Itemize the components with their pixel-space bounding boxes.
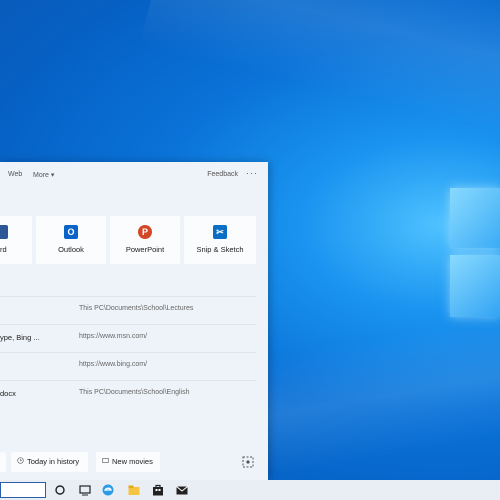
taskbar-search-input[interactable] bbox=[0, 482, 46, 498]
windows-logo-pane bbox=[450, 188, 500, 248]
snip-sketch-icon: ✂ bbox=[213, 225, 227, 239]
outlook-icon: O bbox=[64, 225, 78, 239]
mail-icon[interactable] bbox=[175, 483, 189, 497]
tab-web[interactable]: Web bbox=[8, 171, 22, 178]
recent-title: ype, Bing ... bbox=[0, 333, 40, 342]
light-beam bbox=[232, 299, 500, 481]
tab-more[interactable]: More ▾ bbox=[33, 171, 54, 179]
recent-location: This PC\Documents\School\English bbox=[79, 389, 190, 396]
list-item[interactable]: This PC\Documents\School\Lectures bbox=[0, 296, 256, 324]
clock-icon bbox=[17, 457, 24, 464]
app-tile-powerpoint[interactable]: P PowerPoint bbox=[110, 216, 180, 264]
edge-icon[interactable] bbox=[101, 483, 115, 497]
list-item[interactable]: docx This PC\Documents\School\English bbox=[0, 380, 256, 408]
task-view-icon[interactable] bbox=[78, 483, 92, 497]
powerpoint-icon: P bbox=[138, 225, 152, 239]
recent-location: This PC\Documents\School\Lectures bbox=[79, 305, 194, 312]
store-icon[interactable] bbox=[151, 483, 165, 497]
app-tile-word[interactable]: rd bbox=[0, 216, 32, 264]
light-beam bbox=[139, 0, 500, 171]
file-explorer-icon[interactable] bbox=[127, 483, 141, 497]
screenshot-icon bbox=[242, 456, 254, 468]
search-tabs: Web More ▾ Feedback ··· bbox=[0, 162, 268, 188]
recent-title: docx bbox=[0, 389, 16, 398]
app-tile-snip-sketch[interactable]: ✂ Snip & Sketch bbox=[184, 216, 256, 264]
feedback-link[interactable]: Feedback bbox=[207, 171, 238, 178]
windows-logo-pane bbox=[450, 255, 500, 317]
taskbar bbox=[0, 480, 500, 500]
app-label: Snip & Sketch bbox=[196, 245, 244, 254]
app-label: PowerPoint bbox=[125, 245, 165, 254]
windows-logo bbox=[450, 180, 500, 325]
app-tile-outlook[interactable]: O Outlook bbox=[36, 216, 106, 264]
chip-label: Today in history bbox=[27, 457, 80, 466]
app-label: rd bbox=[0, 245, 7, 254]
top-apps: rd O Outlook P PowerPoint ✂ Snip & Sketc… bbox=[0, 216, 268, 264]
screenshot-button[interactable] bbox=[238, 452, 258, 472]
quick-search-chip[interactable] bbox=[0, 452, 6, 472]
list-item[interactable]: ype, Bing ... https://www.msn.com/ bbox=[0, 324, 256, 352]
recent-location: https://www.bing.com/ bbox=[79, 361, 148, 368]
list-item[interactable]: https://www.bing.com/ bbox=[0, 352, 256, 380]
movie-icon bbox=[102, 458, 109, 463]
quick-search-new-movies[interactable]: New movies bbox=[96, 452, 160, 472]
chip-label: New movies bbox=[112, 457, 153, 466]
quick-search-today-in-history[interactable]: Today in history bbox=[11, 452, 88, 472]
app-label: Outlook bbox=[58, 245, 84, 254]
recent-location: https://www.msn.com/ bbox=[79, 333, 148, 340]
more-options-button[interactable]: ··· bbox=[246, 168, 258, 178]
word-icon bbox=[0, 225, 8, 239]
search-panel: Web More ▾ Feedback ··· rd O Outlook P P… bbox=[0, 162, 268, 480]
cortana-icon[interactable] bbox=[53, 483, 67, 497]
